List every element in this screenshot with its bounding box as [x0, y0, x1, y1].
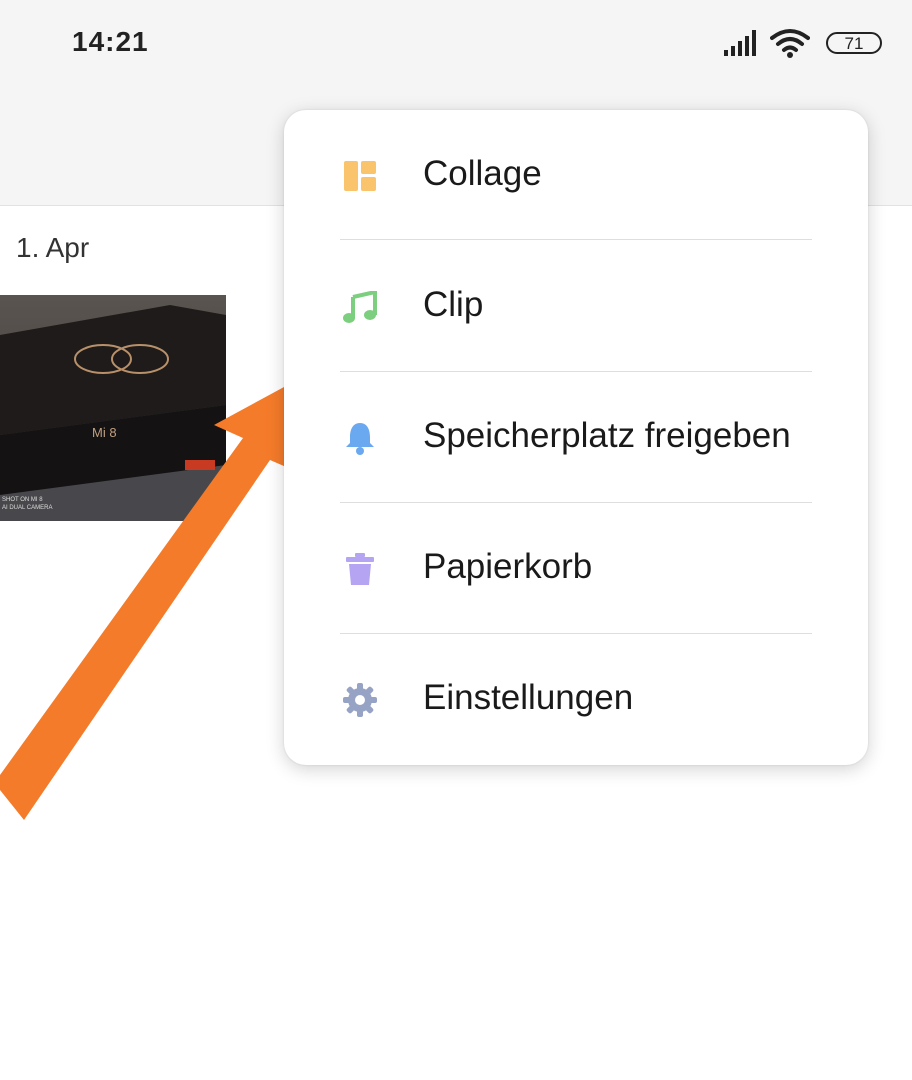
- menu-item-collage[interactable]: Collage: [284, 110, 868, 241]
- status-bar: 14:21 71: [0, 0, 912, 90]
- photo-thumbnail[interactable]: Mi 8 SHOT ON MI 8 AI DUAL CAMERA: [0, 295, 226, 521]
- battery-level: 71: [844, 33, 864, 53]
- date-header: 1. Apr: [16, 232, 90, 263]
- menu-item-label: Collage: [423, 154, 542, 193]
- bell-icon: [342, 420, 378, 456]
- menu-divider: [340, 239, 812, 240]
- collage-icon: [342, 158, 378, 194]
- menu-item-label: Einstellungen: [423, 678, 634, 717]
- overflow-menu: Collage Clip Speicherplatz freigeben Pap…: [284, 110, 868, 765]
- menu-item-clip[interactable]: Clip: [284, 241, 868, 372]
- watermark-line1: SHOT ON MI 8: [2, 497, 43, 503]
- menu-item-speicherplatz[interactable]: Speicherplatz freigeben: [284, 372, 868, 503]
- menu-item-label: Speicherplatz freigeben: [423, 416, 791, 455]
- menu-item-label: Clip: [423, 285, 484, 324]
- status-icons: 71: [682, 26, 882, 62]
- watermark-line2: AI DUAL CAMERA: [2, 505, 52, 511]
- music-note-icon: [342, 289, 378, 325]
- gear-icon: [342, 682, 378, 718]
- menu-item-einstellungen[interactable]: Einstellungen: [284, 634, 868, 765]
- trash-icon: [342, 551, 378, 587]
- battery-icon: 71: [826, 32, 882, 54]
- box-text: Mi 8: [92, 425, 117, 440]
- menu-item-papierkorb[interactable]: Papierkorb: [284, 503, 868, 634]
- wifi-icon: [770, 29, 810, 58]
- status-time: 14:21: [72, 26, 149, 57]
- signal-icon: [724, 30, 756, 56]
- menu-item-label: Papierkorb: [423, 547, 593, 586]
